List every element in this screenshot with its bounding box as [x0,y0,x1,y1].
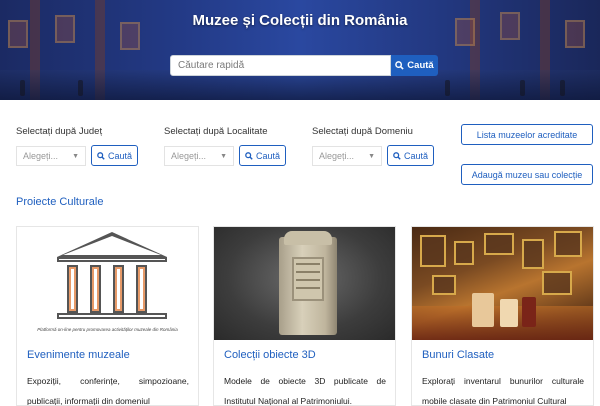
card-description: Explorați inventarul bunurilor culturale… [422,376,584,406]
temple-logo-image: Platformă on-line pentru promovarea acti… [17,227,198,340]
card-description: Expoziții, conferințe, simpozioane, publ… [27,376,189,406]
chevron-down-icon: ▼ [368,152,375,160]
county-search-label: Caută [107,150,133,161]
domain-filter-label: Selectați după Domeniu [312,126,413,137]
hero-decor [20,80,25,96]
county-filter-label: Selectați după Județ [16,126,103,137]
search-icon [97,151,105,160]
quick-search-label: Caută [407,60,434,71]
temple-caption: Platformă on-line pentru promovarea acti… [37,327,178,332]
stele-decor [296,287,320,289]
card-museum-events[interactable]: Platformă on-line pentru promovarea acti… [16,226,199,406]
county-select[interactable]: Alegeți... ▼ [16,146,86,166]
locality-select[interactable]: Alegeți... ▼ [164,146,234,166]
locality-search-label: Caută [255,150,281,161]
county-select-value: Alegeți... [23,151,59,161]
hero-decor [520,80,525,96]
hero-banner: Muzee și Colecții din România Caută [0,0,600,100]
add-museum-button[interactable]: Adaugă muzeu sau colecție [461,164,593,185]
domain-select[interactable]: Alegeți... ▼ [312,146,382,166]
domain-search-label: Caută [403,150,429,161]
hero-decor [445,80,450,96]
temple-decor [57,313,167,319]
card-3d-collections[interactable]: Colecții obiecte 3D Modele de obiecte 3D… [213,226,396,406]
temple-decor [113,265,124,313]
domain-search-button[interactable]: Caută [387,145,434,166]
card-description: Modele de obiecte 3D publicate de Instit… [224,376,386,406]
painting-gallery-image [412,227,593,340]
painting-decor [472,293,494,327]
painting-decor [454,241,474,265]
card-title[interactable]: Evenimente muzeale [27,349,130,361]
card-title[interactable]: Bunuri Clasate [422,349,494,361]
card-title[interactable]: Colecții obiecte 3D [224,349,316,361]
domain-select-value: Alegeți... [319,151,355,161]
locality-select-value: Alegeți... [171,151,207,161]
painting-decor [500,299,518,327]
temple-decor [136,265,147,313]
temple-decor [67,265,78,313]
locality-search-button[interactable]: Caută [239,145,286,166]
painting-decor [420,235,446,267]
card-classified-goods[interactable]: Bunuri Clasate Explorați inventarul bunu… [411,226,594,406]
county-search-button[interactable]: Caută [91,145,138,166]
search-icon [395,61,404,70]
locality-filter-label: Selectați după Localitate [164,126,268,137]
quick-search-input[interactable] [170,55,391,76]
painting-decor [522,297,536,327]
painting-decor [554,231,582,257]
stele-decor [296,263,320,265]
painting-decor [542,271,572,295]
search-icon [393,151,401,160]
temple-decor [90,265,101,313]
section-title: Proiecte Culturale [16,196,104,208]
hero-decor [560,80,565,96]
stele-decor [296,279,320,281]
stele-image [214,227,395,340]
painting-decor [432,275,456,295]
accredited-museums-button[interactable]: Lista muzeelor acreditate [461,124,593,145]
chevron-down-icon: ▼ [72,152,79,160]
temple-decor [63,236,161,255]
page-title: Muzee și Colecții din România [192,12,408,29]
chevron-down-icon: ▼ [220,152,227,160]
painting-decor [484,233,514,255]
temple-decor [57,257,167,262]
hero-decor [78,80,83,96]
painting-decor [522,239,544,269]
stele-decor [296,271,320,273]
stele-decor [284,231,332,245]
search-icon [245,151,253,160]
quick-search-button[interactable]: Caută [391,55,438,76]
